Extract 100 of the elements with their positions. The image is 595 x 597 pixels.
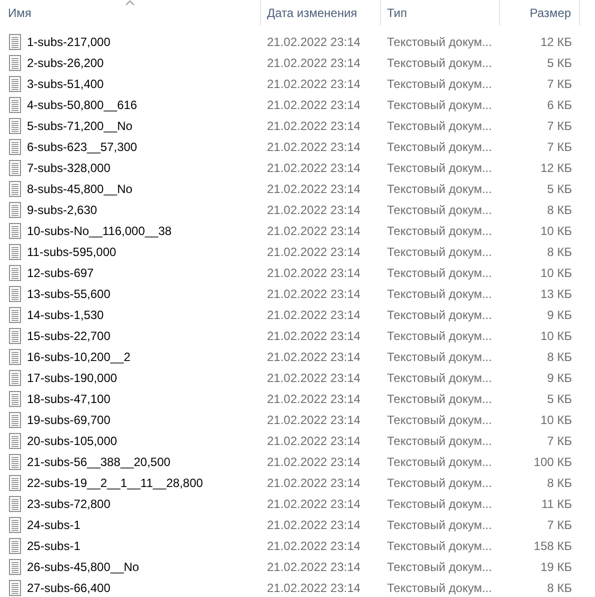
file-name[interactable]: 5-subs-71,200__No [27,118,132,132]
text-document-icon [8,412,22,428]
text-document-icon [8,432,22,448]
file-name[interactable]: 1-subs-217,000 [27,34,110,48]
file-size: 10 КБ [540,224,572,238]
file-size: 9 КБ [547,370,572,384]
file-size: 5 КБ [547,182,572,196]
file-name[interactable]: 17-subs-190,000 [27,370,118,384]
modified-date: 21.02.2022 23:14 [267,560,360,574]
text-document-icon [8,328,22,344]
modified-date: 21.02.2022 23:14 [267,496,360,510]
file-size: 7 КБ [547,140,572,154]
file-size: 7 КБ [547,76,572,90]
modified-date: 21.02.2022 23:14 [267,140,360,154]
file-type: Текстовый докум... [387,580,492,594]
modified-date: 21.02.2022 23:14 [267,56,360,70]
text-document-icon [8,244,22,260]
file-name[interactable]: 24-subs-1 [27,518,80,532]
file-type: Текстовый докум... [387,328,492,342]
file-size: 9 КБ [547,308,572,322]
file-size: 8 КБ [547,476,572,490]
file-type: Текстовый докум... [387,98,492,112]
file-type: Текстовый докум... [387,202,492,216]
modified-date: 21.02.2022 23:14 [267,412,360,426]
modified-date: 21.02.2022 23:14 [267,476,360,490]
file-name[interactable]: 8-subs-45,800__No [27,182,132,196]
file-name[interactable]: 6-subs-623__57,300 [27,140,138,154]
text-document-icon [8,76,22,92]
modified-date: 21.02.2022 23:14 [267,160,360,174]
file-type: Текстовый докум... [387,476,492,490]
file-name[interactable]: 13-subs-55,600 [27,286,110,300]
file-name[interactable]: 27-subs-66,400 [27,580,110,594]
file-name[interactable]: 20-subs-105,000 [27,434,118,448]
file-name[interactable]: 25-subs-1 [27,538,80,552]
file-size: 6 КБ [547,98,572,112]
text-document-icon [8,138,22,154]
file-size: 7 КБ [547,518,572,532]
file-type: Текстовый докум... [387,160,492,174]
file-size: 7 КБ [547,434,572,448]
file-type: Текстовый докум... [387,56,492,70]
text-document-icon [8,286,22,302]
text-document-icon [8,264,22,280]
file-size: 12 КБ [540,34,572,48]
file-name[interactable]: 18-subs-47,100 [27,392,110,406]
file-type: Текстовый докум... [387,182,492,196]
file-name[interactable]: 16-subs-10,200__2 [27,350,130,364]
modified-date: 21.02.2022 23:14 [267,202,360,216]
file-size: 12 КБ [540,160,572,174]
file-name[interactable]: 23-subs-72,800 [27,496,110,510]
file-name[interactable]: 22-subs-19__2__1__11__28,800 [27,476,203,490]
file-size: 5 КБ [547,392,572,406]
text-document-icon [8,538,22,554]
file-size: 8 КБ [547,202,572,216]
modified-date: 21.02.2022 23:14 [267,244,360,258]
file-name[interactable]: 3-subs-51,400 [27,76,104,90]
column-header[interactable]: Дата изменения [267,6,358,20]
file-size: 7 КБ [547,118,572,132]
modified-date: 21.02.2022 23:14 [267,328,360,342]
file-type: Текстовый докум... [387,266,492,280]
modified-date: 21.02.2022 23:14 [267,34,360,48]
modified-date: 21.02.2022 23:14 [267,118,360,132]
modified-date: 21.02.2022 23:14 [267,392,360,406]
file-type: Текстовый докум... [387,76,492,90]
text-document-icon [8,306,22,322]
modified-date: 21.02.2022 23:14 [267,370,360,384]
file-size: 19 КБ [540,560,572,574]
file-size: 5 КБ [547,56,572,70]
file-name[interactable]: 26-subs-45,800__No [27,560,140,574]
file-name[interactable]: 14-subs-1,530 [27,308,104,322]
modified-date: 21.02.2022 23:14 [267,266,360,280]
column-header[interactable]: Размер [530,6,571,20]
file-name[interactable]: 2-subs-26,200 [27,56,104,70]
file-name[interactable]: 7-subs-328,000 [27,160,110,174]
file-size: 158 КБ [534,538,572,552]
modified-date: 21.02.2022 23:14 [267,182,360,196]
text-document-icon [8,474,22,490]
file-size: 10 КБ [540,328,572,342]
column-header[interactable]: Имя [8,6,32,20]
file-name[interactable]: 9-subs-2,630 [27,202,98,216]
text-document-icon [8,370,22,386]
text-document-icon [8,34,22,50]
file-type: Текстовый докум... [387,370,492,384]
file-name[interactable]: 11-subs-595,000 [27,244,116,258]
modified-date: 21.02.2022 23:14 [267,76,360,90]
column-header[interactable]: Тип [387,6,408,20]
file-name[interactable]: 21-subs-56__388__20,500 [27,454,170,468]
file-name[interactable]: 15-subs-22,700 [27,328,110,342]
file-size: 8 КБ [547,580,572,594]
file-name[interactable]: 12-subs-697 [27,266,94,280]
file-size: 11 КБ [541,496,572,510]
file-name[interactable]: 19-subs-69,700 [27,412,110,426]
modified-date: 21.02.2022 23:14 [267,224,360,238]
modified-date: 21.02.2022 23:14 [267,538,360,552]
file-type: Текстовый докум... [387,454,492,468]
file-name[interactable]: 10-subs-No__116,000__38 [27,224,172,238]
file-name[interactable]: 4-subs-50,800__616 [27,98,138,112]
modified-date: 21.02.2022 23:14 [267,434,360,448]
file-type: Текстовый докум... [387,350,492,364]
file-type: Текстовый докум... [387,118,492,132]
file-type: Текстовый докум... [387,538,492,552]
